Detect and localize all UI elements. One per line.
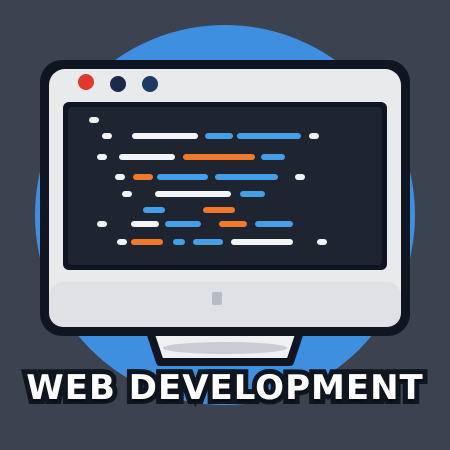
monitor-icon	[40, 60, 410, 336]
minimize-dot-icon	[110, 76, 126, 92]
web-development-illustration: WEB DEVELOPMENT	[0, 0, 450, 450]
stand-shadow	[163, 342, 287, 354]
close-dot-icon	[78, 74, 94, 90]
maximize-dot-icon	[142, 76, 158, 92]
power-button-icon	[212, 292, 222, 305]
caption-title: WEB DEVELOPMENT	[21, 363, 427, 413]
caption-banner: WEB DEVELOPMENT	[0, 358, 450, 418]
